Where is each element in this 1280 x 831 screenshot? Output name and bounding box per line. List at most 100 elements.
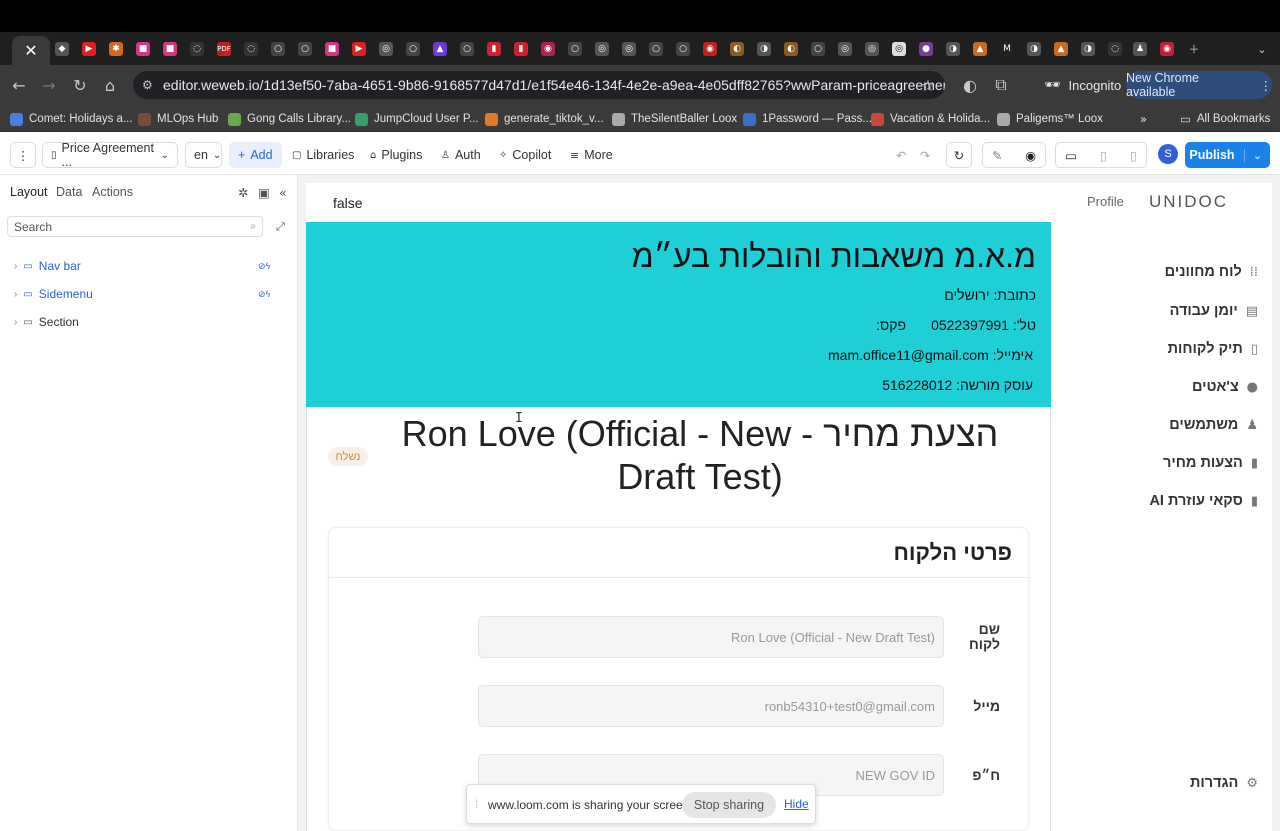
search-input[interactable]: Search ⌕ (7, 216, 263, 237)
bookmark-item[interactable]: Paligems™ Loox (997, 110, 1103, 128)
tab-favicon[interactable]: ▶ (349, 39, 369, 59)
mobile-icon[interactable]: ▯ (1130, 148, 1137, 163)
link-icon[interactable]: ⊘ϟ (258, 261, 270, 272)
desktop-icon[interactable]: ▭ (1065, 148, 1077, 163)
tab-favicon[interactable]: ▲ (1051, 39, 1071, 59)
tab-favicon[interactable]: ◆ (52, 39, 72, 59)
tab-favicon[interactable]: ● (916, 39, 936, 59)
bookmark-item[interactable]: 1Password — Pass... (743, 110, 872, 128)
tab-favicon[interactable]: ○ (808, 39, 828, 59)
more-vertical-icon[interactable]: ⋮ (10, 142, 36, 168)
redo-icon[interactable]: ↷ (920, 142, 930, 168)
tab-favicon[interactable]: ○ (565, 39, 585, 59)
tab-favicon[interactable]: ◉ (1157, 39, 1177, 59)
tab-favicon[interactable]: ▲ (970, 39, 990, 59)
tab-favicon[interactable]: ■ (322, 39, 342, 59)
tab-favicon[interactable]: ○ (673, 39, 693, 59)
add-button[interactable]: + Add (229, 142, 282, 168)
libraries-button[interactable]: ▢ Libraries (292, 142, 354, 168)
more-button[interactable]: ≡ More (570, 142, 613, 168)
edit-pencil-icon[interactable]: ✎ (992, 148, 1002, 163)
tab-favicon[interactable]: ◎ (862, 39, 882, 59)
extension-icon[interactable]: ◐ (960, 75, 980, 95)
collapse-icon[interactable]: « (279, 185, 287, 200)
tab-favicon[interactable]: ◑ (754, 39, 774, 59)
chevron-down-icon[interactable]: ⌄ (1244, 148, 1270, 162)
preview-eye-icon[interactable]: ◉ (1025, 148, 1036, 163)
undo-icon[interactable]: ↶ (896, 142, 906, 168)
link-icon[interactable]: ⊘ϟ (258, 289, 270, 300)
bookmark-item[interactable]: Gong Calls Library... (228, 110, 351, 128)
tab-favicon[interactable]: ◎ (376, 39, 396, 59)
active-tab-close-icon[interactable]: ✕ (12, 36, 50, 65)
all-bookmarks[interactable]: ▭ All Bookmarks (1180, 110, 1270, 128)
tab-actions[interactable]: Actions (92, 185, 133, 199)
tab-favicon[interactable]: ◌ (1105, 39, 1125, 59)
tab-favicon[interactable]: ◎ (619, 39, 639, 59)
tab-favicon[interactable]: M (997, 39, 1017, 59)
drag-handle-icon[interactable]: ⁞ (475, 797, 478, 811)
tab-search-icon[interactable]: ⌄ (1252, 39, 1272, 59)
panel-icon[interactable]: ▣ (258, 185, 270, 200)
side-menu-item[interactable]: ● צ'אטים (1192, 379, 1258, 395)
tab-favicon[interactable]: ○ (268, 39, 288, 59)
customer-email-input[interactable]: ronb54310+test0@gmail.com (478, 685, 944, 727)
tab-favicon[interactable]: PDF (214, 39, 234, 59)
tab-favicon[interactable]: ◎ (592, 39, 612, 59)
site-info-icon[interactable]: ⚙ (142, 78, 153, 92)
tab-favicon[interactable]: ◐ (727, 39, 747, 59)
incognito-indicator[interactable]: 🕶 Incognito (1034, 71, 1131, 99)
tab-favicon[interactable]: ◑ (1024, 39, 1044, 59)
tab-favicon[interactable]: ○ (295, 39, 315, 59)
tab-favicon[interactable]: ◑ (1078, 39, 1098, 59)
tab-favicon[interactable]: ▮ (511, 39, 531, 59)
bug-icon[interactable]: ✲ (238, 185, 248, 200)
settings-item[interactable]: ⚙ הגדרות (1190, 775, 1258, 791)
tab-data[interactable]: Data (56, 185, 82, 199)
tab-favicon[interactable]: ◉ (538, 39, 558, 59)
home-icon[interactable]: ⌂ (100, 75, 120, 95)
tab-favicon[interactable]: ◉ (700, 39, 720, 59)
tree-item-navbar[interactable]: › ▭ Nav bar (14, 257, 81, 275)
bookmark-item[interactable]: TheSilentBaller Loox (612, 110, 737, 128)
tab-favicon[interactable]: ○ (457, 39, 477, 59)
customer-name-input[interactable]: Ron Love (Official - New Draft Test) (478, 616, 944, 658)
tab-favicon[interactable]: ○ (646, 39, 666, 59)
extensions-puzzle-icon[interactable]: ⧉ (991, 75, 1011, 95)
page-select[interactable]: ▯ Price Agreement ... ⌄ (42, 141, 178, 169)
plugins-button[interactable]: ⌂ Plugins (370, 142, 422, 168)
hide-link[interactable]: Hide (784, 797, 809, 811)
chevron-double-right-icon[interactable]: » (1140, 110, 1147, 128)
publish-button[interactable]: Publish ⌄ (1185, 142, 1270, 168)
tab-favicon[interactable]: ○ (403, 39, 423, 59)
tab-favicon[interactable]: ◐ (781, 39, 801, 59)
tab-favicon[interactable]: ♟ (1130, 39, 1150, 59)
profile-link[interactable]: Profile (1087, 194, 1124, 209)
copilot-button[interactable]: ✧ Copilot (499, 142, 551, 168)
side-menu-item[interactable]: ▮ הצעות מחיר (1163, 455, 1258, 471)
tab-favicon[interactable]: ▲ (430, 39, 450, 59)
tab-favicon[interactable]: ◌ (187, 39, 207, 59)
new-chrome-button[interactable]: New Chrome available ⋮ (1126, 71, 1272, 99)
reload-icon[interactable]: ↻ (70, 75, 90, 95)
tree-item-section[interactable]: › ▭ Section (14, 313, 79, 331)
tree-item-sidemenu[interactable]: › ▭ Sidemenu (14, 285, 93, 303)
side-menu-item[interactable]: ▮ סקאי עוזרת AI (1149, 493, 1258, 509)
tab-favicon[interactable]: ✱ (106, 39, 126, 59)
side-menu-item[interactable]: ♟ משתמשים (1169, 417, 1258, 433)
bookmark-item[interactable]: Vacation & Holida... (871, 110, 990, 128)
side-menu-item[interactable]: ▤ יומן עבודה (1170, 303, 1258, 319)
bookmark-item[interactable]: JumpCloud User P... (355, 110, 479, 128)
tablet-icon[interactable]: ▯ (1100, 148, 1107, 163)
refresh-icon[interactable]: ↻ (946, 142, 972, 168)
side-menu-item[interactable]: ⁞⁞ לוח מחוונים (1165, 264, 1258, 280)
tab-favicon[interactable]: ▶ (79, 39, 99, 59)
bookmark-star-icon[interactable]: ☆ (918, 75, 938, 95)
lang-select[interactable]: en ⌄ (185, 142, 222, 168)
tab-favicon[interactable]: ■ (160, 39, 180, 59)
bookmark-item[interactable]: generate_tiktok_v... (485, 110, 604, 128)
tab-favicon[interactable]: ◎ (835, 39, 855, 59)
tab-favicon[interactable]: ■ (133, 39, 153, 59)
side-menu-item[interactable]: ▯ תיק לקוחות (1168, 341, 1258, 357)
auth-button[interactable]: ♙ Auth (441, 142, 481, 168)
